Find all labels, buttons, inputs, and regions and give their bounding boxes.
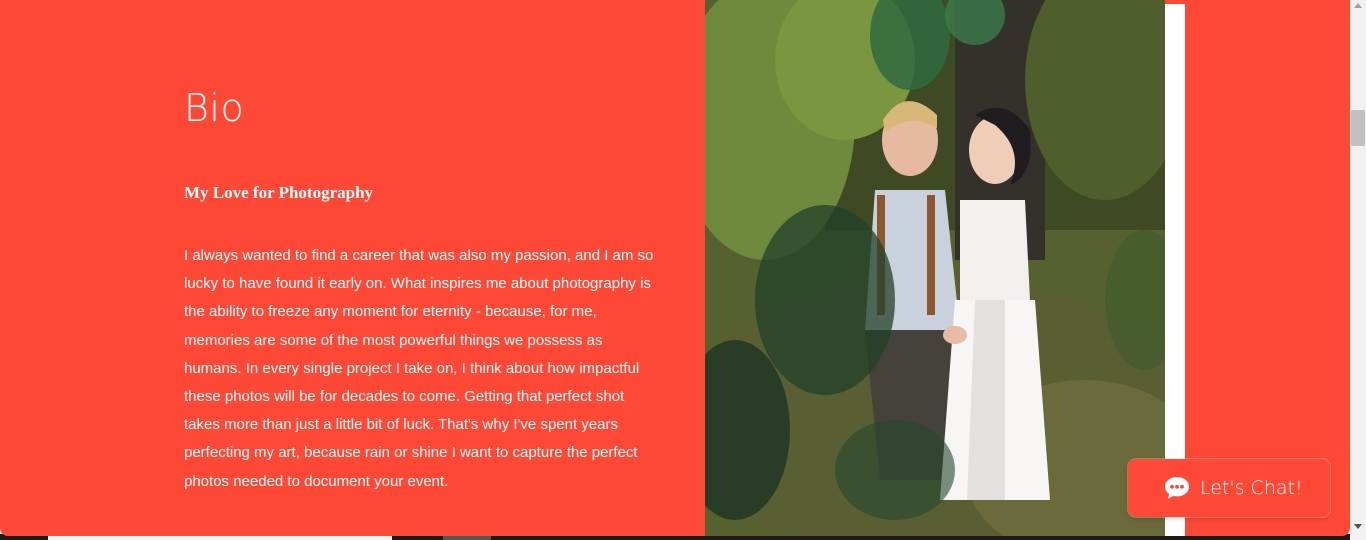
- white-divider-bar: [1165, 4, 1185, 536]
- scroll-down-arrow-icon[interactable]: [1354, 524, 1362, 529]
- page: Bio My Love for Photography I always wan…: [0, 0, 1366, 540]
- chat-button-label: Let's Chat!: [1200, 477, 1303, 499]
- bio-section: Bio My Love for Photography I always wan…: [0, 0, 1350, 536]
- chat-bubble-icon: [1164, 476, 1190, 500]
- scrollbar-thumb[interactable]: [1351, 110, 1365, 146]
- bio-paragraph: I always wanted to find a career that wa…: [184, 247, 654, 490]
- scroll-up-arrow-icon[interactable]: [1354, 3, 1362, 8]
- lets-chat-button[interactable]: Let's Chat!: [1128, 459, 1330, 517]
- couple-kissing-photo: [705, 0, 1165, 536]
- bio-title: Bio: [184, 86, 245, 130]
- scrollbar-track[interactable]: [1350, 0, 1366, 540]
- bio-subtitle: My Love for Photography: [184, 183, 374, 202]
- photo-illustration: [705, 0, 1165, 536]
